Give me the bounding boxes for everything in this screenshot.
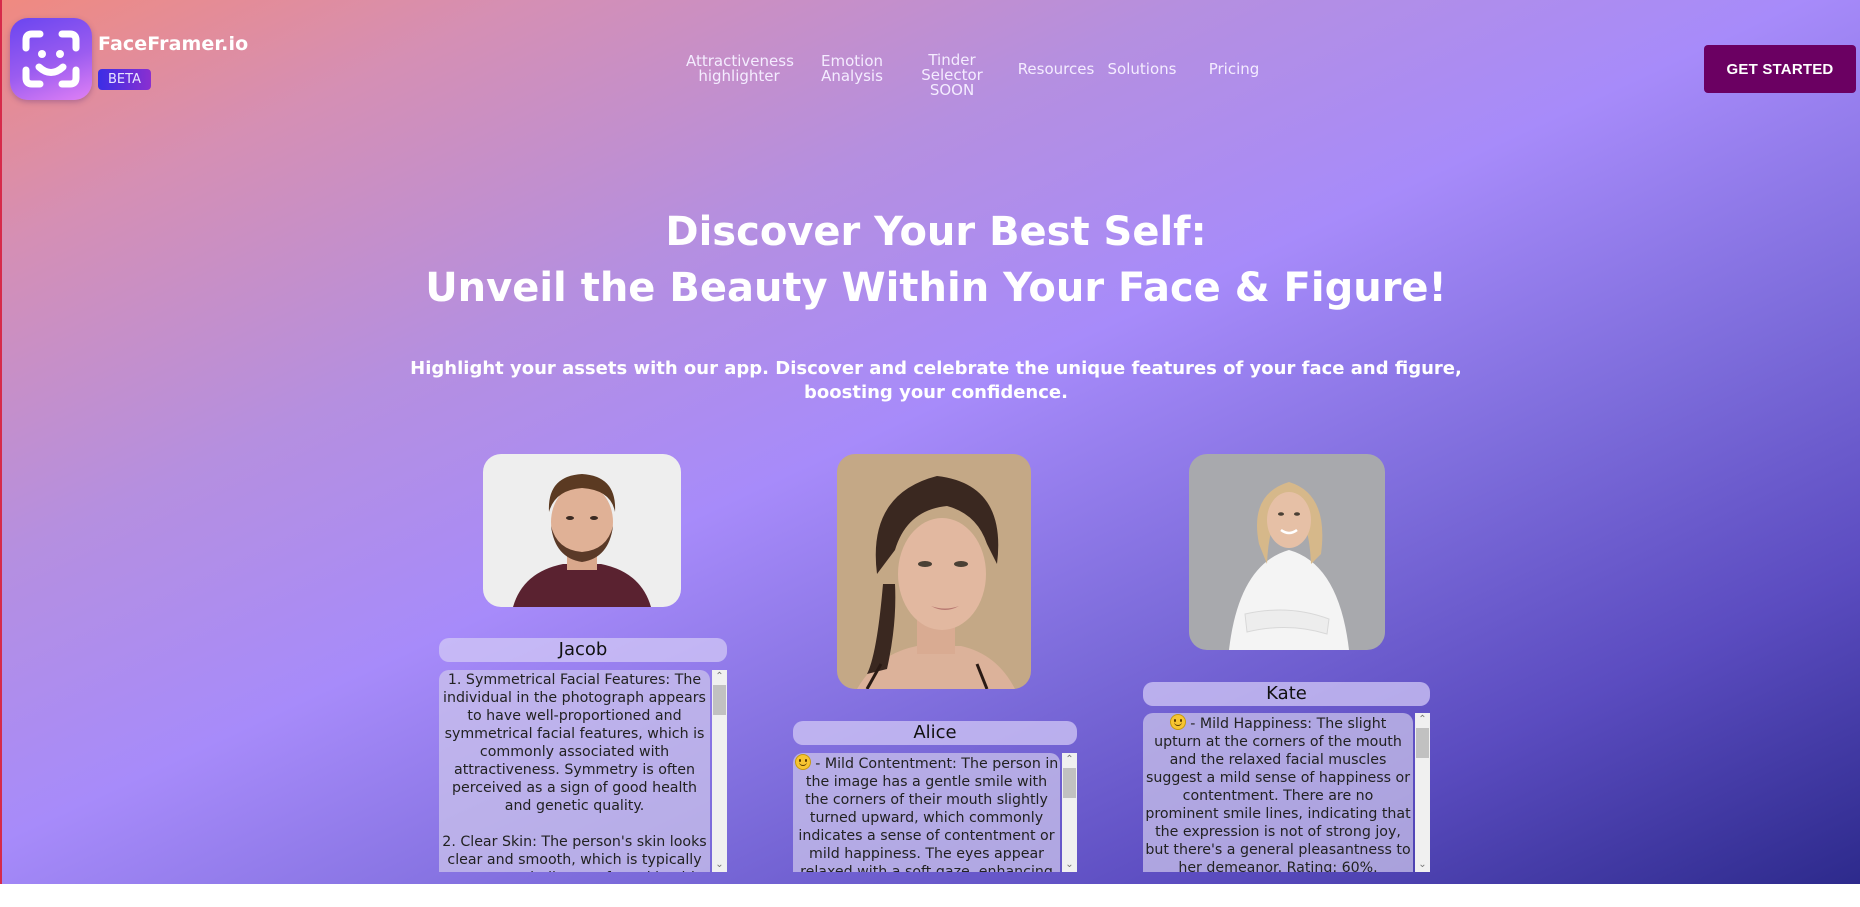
portrait-man-image — [483, 454, 681, 607]
hero-subtitle-line-2: boosting your confidence. — [804, 382, 1068, 403]
nav-item-resources[interactable]: Resources — [1015, 62, 1097, 77]
nav-item-attractiveness-highlighter[interactable]: Attractiveness highlighter — [686, 54, 794, 85]
scroll-up-icon[interactable]: ⌃ — [1415, 713, 1430, 727]
description-paragraph: - Mild Happiness: The slight upturn at t… — [1144, 714, 1412, 872]
nav-label: Solutions — [1107, 60, 1177, 78]
description-box-kate[interactable]: - Mild Happiness: The slight upturn at t… — [1143, 713, 1430, 872]
nav-item-pricing[interactable]: Pricing — [1202, 62, 1266, 77]
portrait-woman-blonde-image — [1189, 454, 1385, 650]
nav-item-emotion-analysis[interactable]: Emotion Analysis — [812, 54, 892, 84]
description-span: - Mild Contentment: The person in the im… — [798, 756, 1059, 872]
scrollbar[interactable]: ⌃ ⌄ — [712, 670, 727, 872]
nav-label: Pricing — [1208, 60, 1260, 78]
description-text: - Mild Happiness: The slight upturn at t… — [1143, 713, 1413, 872]
scrollbar[interactable]: ⌃ ⌄ — [1415, 713, 1430, 872]
description-box-jacob[interactable]: 1. Symmetrical Facial Features: The indi… — [439, 670, 727, 872]
nav-label: Resources — [1017, 60, 1095, 78]
description-text: - Mild Contentment: The person in the im… — [793, 753, 1060, 872]
hero-subtitle-line-1: Highlight your assets with our app. Disc… — [410, 358, 1462, 379]
description-paragraph: 1. Symmetrical Facial Features: The indi… — [443, 672, 706, 814]
scrollbar[interactable]: ⌃ ⌄ — [1062, 753, 1077, 872]
scroll-down-icon[interactable]: ⌄ — [712, 858, 727, 872]
scroll-up-icon[interactable]: ⌃ — [1062, 753, 1077, 767]
slightly-smiling-face-icon — [794, 754, 811, 770]
main-nav: Attractiveness highlighter Emotion Analy… — [2, 50, 1860, 100]
scroll-down-icon[interactable]: ⌄ — [1415, 858, 1430, 872]
description-paragraph: 2. Clear Skin: The person's skin looks c… — [442, 834, 707, 872]
photo-jacob — [483, 454, 681, 607]
photo-kate — [1189, 454, 1385, 650]
nav-label: highlighter — [698, 67, 780, 85]
slightly-smiling-face-icon — [1169, 714, 1186, 730]
description-paragraph: - Mild Contentment: The person in the im… — [794, 754, 1059, 872]
hero-title-line-2: Unveil the Beauty Within Your Face & Fig… — [425, 265, 1447, 311]
card-name-kate: Kate — [1143, 682, 1430, 706]
description-span: - Mild Happiness: The slight upturn at t… — [1145, 716, 1411, 872]
hero-title: Discover Your Best Self: Unveil the Beau… — [2, 204, 1860, 316]
get-started-button[interactable]: GET STARTED — [1704, 45, 1856, 93]
scroll-up-icon[interactable]: ⌃ — [712, 670, 727, 684]
photo-alice — [837, 454, 1031, 689]
scroll-down-icon[interactable]: ⌄ — [1062, 858, 1077, 872]
description-text: 1. Symmetrical Facial Features: The indi… — [439, 670, 710, 872]
portrait-woman-brunette-image — [837, 454, 1031, 689]
hero-subtitle: Highlight your assets with our app. Disc… — [2, 357, 1860, 405]
scrollbar-thumb[interactable] — [713, 685, 726, 715]
nav-item-tinder-selector[interactable]: Tinder Selector SOON — [912, 53, 992, 98]
scrollbar-thumb[interactable] — [1063, 768, 1076, 798]
hero-section: FaceFramer.io BETA Attractiveness highli… — [0, 0, 1860, 884]
description-box-alice[interactable]: - Mild Contentment: The person in the im… — [793, 753, 1077, 872]
nav-label: Analysis — [821, 67, 883, 85]
nav-item-solutions[interactable]: Solutions — [1104, 62, 1180, 77]
scrollbar-thumb[interactable] — [1416, 728, 1429, 758]
hero-title-line-1: Discover Your Best Self: — [665, 209, 1207, 255]
card-name-alice: Alice — [793, 721, 1077, 745]
card-name-jacob: Jacob — [439, 638, 727, 662]
soon-label: SOON — [929, 81, 975, 99]
